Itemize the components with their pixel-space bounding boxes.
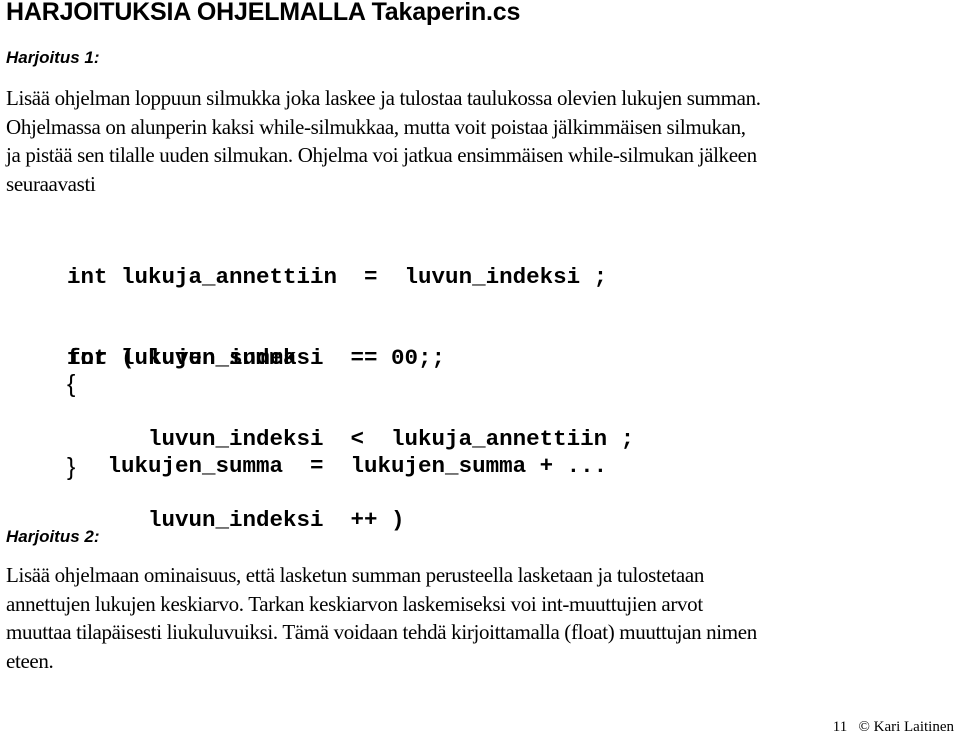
copyright-notice: © Kari Laitinen <box>858 719 954 735</box>
page-footer: 11 © Kari Laitinen <box>833 719 954 736</box>
text-line: Lisää ohjelman loppuun silmukka joka las… <box>6 86 761 110</box>
code-open-brace: { <box>67 370 76 398</box>
exercise-2-heading: Harjoitus 2: <box>6 527 100 546</box>
page-number: 11 <box>832 719 848 735</box>
code-line: lukujen_summa = lukujen_summa + ... <box>67 453 608 479</box>
exercise-1-heading: Harjoitus 1: <box>6 48 100 67</box>
text-line: annettujen lukujen keskiarvo. Tarkan kes… <box>6 591 703 616</box>
page-title: HARJOITUKSIA OHJELMALLA Takaperin.cs <box>6 0 521 26</box>
text-line: Lisää ohjelmaan ominaisuus, että lasketu… <box>6 563 705 587</box>
text-line: Ohjelmassa on alunperin kaksi while-silm… <box>6 114 746 139</box>
code-line: luvun_indeksi ++ ) <box>67 507 405 533</box>
code-close-brace: } <box>67 453 76 481</box>
text-line: eteen. <box>6 648 54 673</box>
exercise-1-description: Lisää ohjelman loppuun silmukka joka las… <box>6 84 958 198</box>
text-line: muuttaa tilapäisesti liukuluvuiksi. Tämä… <box>6 620 757 644</box>
exercise-2-description: Lisää ohjelmaan ominaisuus, että lasketu… <box>6 561 958 675</box>
text-line: seuraavasti <box>6 171 96 196</box>
code-line: int lukuja_annettiin = luvun_indeksi ; <box>67 264 608 290</box>
code-loop-body: lukujen_summa = lukujen_summa + ... <box>67 399 608 507</box>
text-line: ja pistää sen tilalle uuden silmukan. Oh… <box>6 143 757 167</box>
code-line: for ( luvun_indeksi = 0 ; <box>67 345 432 371</box>
